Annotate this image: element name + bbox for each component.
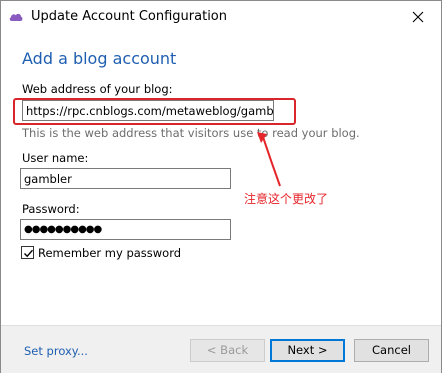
set-proxy-link[interactable]: Set proxy...: [24, 344, 88, 358]
checkmark-icon: [24, 249, 34, 258]
highlight-box: [13, 98, 296, 125]
remember-password-checkbox[interactable]: [21, 246, 34, 259]
web-address-hint: This is the web address that visitors us…: [22, 126, 360, 140]
dialog-window: Update Account Configuration Add a blog …: [0, 0, 442, 373]
close-button[interactable]: [395, 1, 441, 33]
web-address-label: Web address of your blog:: [22, 82, 173, 96]
cancel-button[interactable]: Cancel: [354, 339, 429, 362]
window-title: Update Account Configuration: [31, 9, 227, 24]
username-label: User name:: [22, 151, 89, 165]
back-button[interactable]: < Back: [190, 339, 265, 362]
annotation-text: 注意这个更改了: [244, 192, 329, 206]
username-input[interactable]: gambler: [20, 168, 231, 189]
close-icon: [412, 11, 424, 23]
cloud-icon: [8, 9, 24, 25]
page-title: Add a blog account: [22, 49, 177, 68]
password-input[interactable]: ●●●●●●●●●●: [20, 219, 231, 240]
next-button[interactable]: Next >: [270, 339, 345, 362]
title-bar: Update Account Configuration: [1, 1, 441, 33]
remember-password-label: Remember my password: [38, 246, 182, 260]
footer-bar: Set proxy... < Back Next > Cancel: [1, 325, 441, 373]
password-label: Password:: [22, 202, 80, 216]
